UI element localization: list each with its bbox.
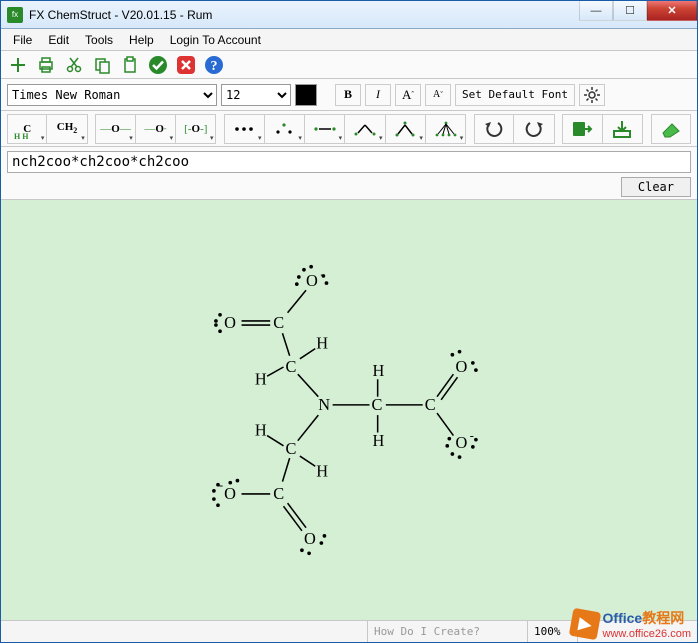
window-title: FX ChemStruct - V20.01.15 - Rum bbox=[29, 8, 579, 22]
menubar: File Edit Tools Help Login To Account bbox=[1, 29, 697, 51]
svg-text:O: O bbox=[306, 271, 318, 290]
close-button[interactable]: ✕ bbox=[647, 1, 697, 21]
menu-tools[interactable]: Tools bbox=[77, 31, 121, 49]
svg-text:H: H bbox=[316, 462, 328, 481]
settings-button[interactable] bbox=[579, 84, 605, 106]
paste-button[interactable] bbox=[119, 54, 141, 76]
formula-row: Clear bbox=[1, 147, 697, 200]
decrease-font-button[interactable]: Aˇ bbox=[425, 84, 451, 106]
svg-text:H: H bbox=[373, 361, 385, 380]
svg-text:C: C bbox=[286, 439, 297, 458]
molecule-svg: N C H H C O O- bbox=[1, 200, 697, 620]
app-window: fx FX ChemStruct - V20.01.15 - Rum — ☐ ✕… bbox=[0, 0, 698, 643]
svg-text:O: O bbox=[455, 433, 467, 452]
svg-text:H: H bbox=[255, 421, 267, 440]
maximize-button[interactable]: ☐ bbox=[613, 1, 647, 21]
copy-button[interactable] bbox=[91, 54, 113, 76]
svg-text:O: O bbox=[224, 484, 236, 503]
set-default-font-button[interactable]: Set Default Font bbox=[455, 84, 575, 106]
svg-text:H: H bbox=[255, 369, 267, 388]
svg-text:O: O bbox=[455, 357, 467, 376]
menu-login[interactable]: Login To Account bbox=[162, 31, 269, 49]
status-help[interactable]: How Do I Create? bbox=[367, 621, 527, 642]
bold-button[interactable]: B bbox=[335, 84, 361, 106]
svg-text:?: ? bbox=[211, 59, 218, 74]
structure-canvas[interactable]: N C H H C O O- bbox=[1, 200, 697, 620]
redo-button[interactable] bbox=[514, 114, 554, 144]
help-button[interactable]: ? bbox=[203, 54, 225, 76]
menu-file[interactable]: File bbox=[5, 31, 40, 49]
minimize-button[interactable]: — bbox=[579, 1, 613, 21]
italic-button[interactable]: I bbox=[365, 84, 391, 106]
formula-input[interactable] bbox=[7, 151, 691, 173]
chem-angle-button[interactable]: ▾ bbox=[345, 114, 385, 144]
toolbar-chem: CH H▾ CH2▾ —O—▾ —O-▾ [-O-]▾ ▾ ▾ ▾ ▾ ▾ ▾ bbox=[1, 111, 697, 147]
svg-text:-: - bbox=[320, 267, 324, 281]
new-button[interactable] bbox=[7, 54, 29, 76]
chem-o3-button[interactable]: [-O-]▾ bbox=[176, 114, 216, 144]
app-icon: fx bbox=[7, 7, 23, 23]
titlebar: fx FX ChemStruct - V20.01.15 - Rum — ☐ ✕ bbox=[1, 1, 697, 29]
svg-text:C: C bbox=[372, 395, 383, 414]
svg-text:H: H bbox=[316, 334, 328, 353]
font-size-select[interactable]: 12 bbox=[221, 84, 291, 106]
export-button[interactable] bbox=[562, 114, 602, 144]
print-button[interactable] bbox=[35, 54, 57, 76]
toolbar-font: Times New Roman 12 B I Aˆ Aˇ Set Default… bbox=[1, 79, 697, 111]
chem-pyramid-button[interactable]: ▾ bbox=[426, 114, 466, 144]
chem-ch-button[interactable]: CH H▾ bbox=[7, 114, 47, 144]
chem-o1-button[interactable]: —O—▾ bbox=[95, 114, 135, 144]
toolbar-main: ? bbox=[1, 51, 697, 79]
watermark-icon: ▶ bbox=[568, 608, 600, 640]
cut-button[interactable] bbox=[63, 54, 85, 76]
chem-tri-button[interactable]: ▾ bbox=[386, 114, 426, 144]
undo-button[interactable] bbox=[474, 114, 514, 144]
menu-edit[interactable]: Edit bbox=[40, 31, 77, 49]
chem-ch2-button[interactable]: CH2▾ bbox=[47, 114, 87, 144]
chem-dots2-button[interactable]: ▾ bbox=[265, 114, 305, 144]
svg-text:-: - bbox=[470, 429, 474, 443]
import-button[interactable] bbox=[603, 114, 643, 144]
chem-line1-button[interactable]: ▾ bbox=[305, 114, 345, 144]
svg-text:C: C bbox=[273, 313, 284, 332]
svg-text:O: O bbox=[224, 313, 236, 332]
clear-button[interactable]: Clear bbox=[621, 177, 691, 197]
accept-button[interactable] bbox=[147, 54, 169, 76]
chem-o2-button[interactable]: —O-▾ bbox=[136, 114, 176, 144]
reject-button[interactable] bbox=[175, 54, 197, 76]
increase-font-button[interactable]: Aˆ bbox=[395, 84, 421, 106]
svg-text:C: C bbox=[273, 484, 284, 503]
svg-text:O: O bbox=[304, 529, 316, 548]
window-buttons: — ☐ ✕ bbox=[579, 1, 697, 28]
font-color-button[interactable] bbox=[295, 84, 317, 106]
font-name-select[interactable]: Times New Roman bbox=[7, 84, 217, 106]
svg-text:C: C bbox=[286, 357, 297, 376]
erase-button[interactable] bbox=[651, 114, 691, 144]
chem-dots1-button[interactable]: ▾ bbox=[224, 114, 264, 144]
svg-text:C: C bbox=[425, 395, 436, 414]
watermark: ▶ Office教程网 www.office26.com bbox=[571, 608, 691, 640]
menu-help[interactable]: Help bbox=[121, 31, 162, 49]
svg-text:H: H bbox=[373, 431, 385, 450]
svg-text:N: N bbox=[318, 395, 330, 414]
